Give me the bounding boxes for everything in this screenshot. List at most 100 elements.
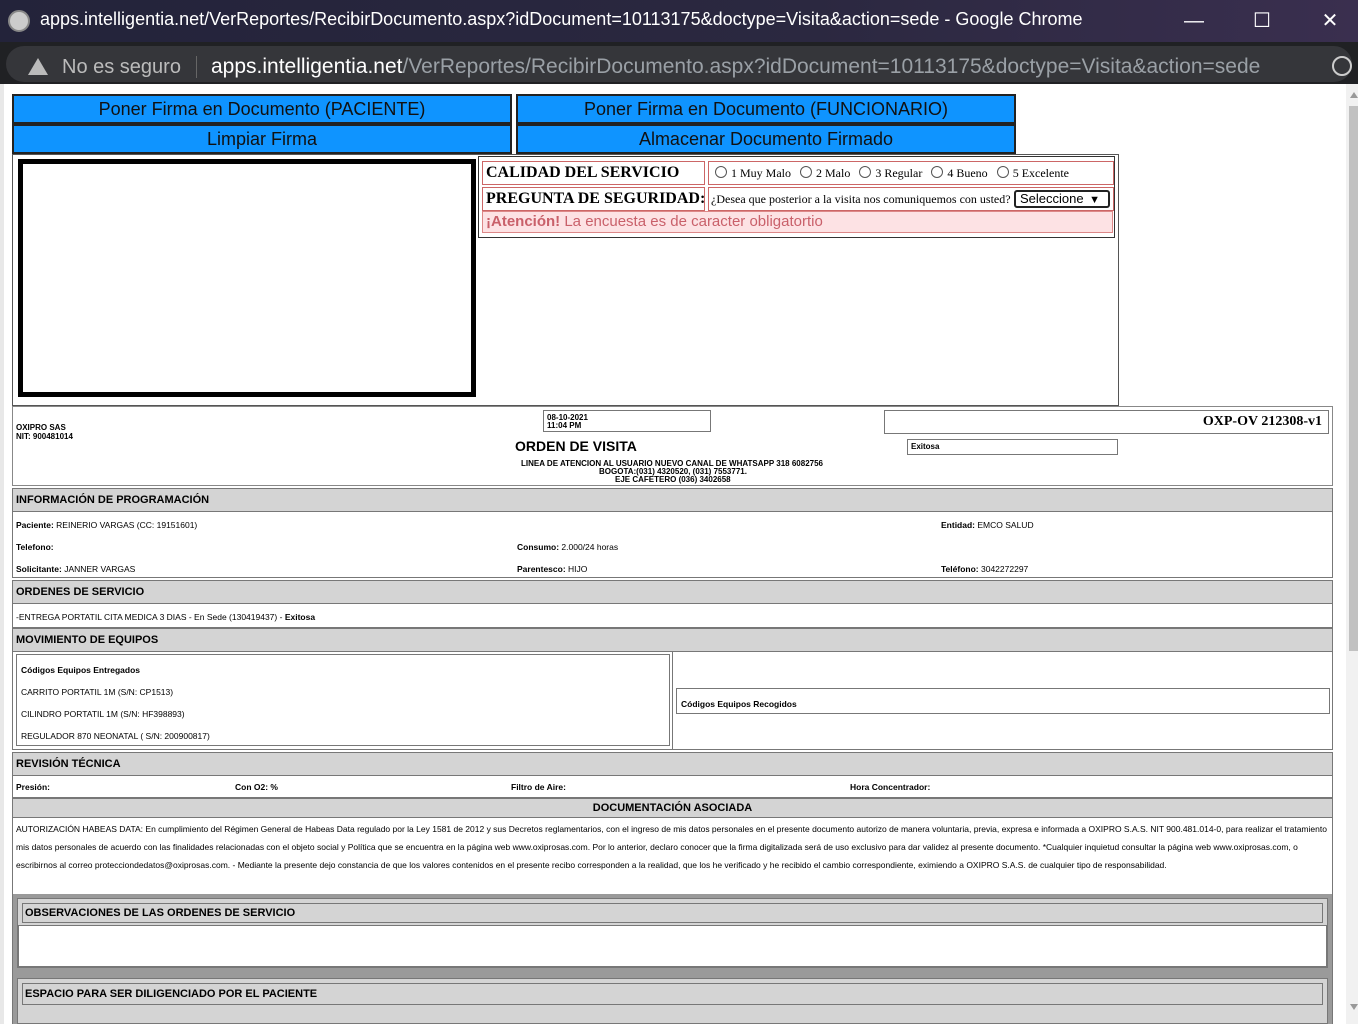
- warning-icon[interactable]: [28, 58, 48, 75]
- entregados-box: Códigos Equipos Entregados CARRITO PORTA…: [16, 654, 670, 746]
- orden-item: -ENTREGA PORTATIL CITA MEDICA 3 DIAS - E…: [16, 612, 278, 622]
- alert-strong: ¡Atención!: [486, 213, 561, 230]
- solicitante-value: JANNER VARGAS: [64, 564, 136, 574]
- almacenar-documento-button[interactable]: Almacenar Documento Firmado: [516, 124, 1016, 154]
- chevron-down-icon: ▼: [1089, 194, 1100, 206]
- address-bar: No es seguro apps.intelligentia.net/VerR…: [0, 42, 1358, 84]
- status-box: Exitosa: [907, 439, 1118, 455]
- doc-code: OXP-OV 212308-v1: [1202, 414, 1322, 429]
- option-label: 4 Bueno: [947, 166, 988, 180]
- pregunta-text: ¿Desea que posterior a la visita nos com…: [711, 192, 1011, 206]
- option-label: 5 Excelente: [1012, 166, 1069, 180]
- date-box: 08-10-2021 11:04 PM: [543, 410, 711, 432]
- telefono2-label: Teléfono:: [941, 564, 979, 574]
- ordenes-body: -ENTREGA PORTATIL CITA MEDICA 3 DIAS - E…: [12, 604, 1333, 628]
- page-viewport: Poner Firma en Documento (PACIENTE) Pone…: [4, 84, 1358, 1024]
- revision-body: Presión: Con O2: % Filtro de Aire: Hora …: [12, 776, 1333, 798]
- documentacion-header: DOCUMENTACIÓN ASOCIADA: [12, 798, 1333, 818]
- ordenes-header: ORDENES DE SERVICIO: [12, 580, 1333, 604]
- recogidos-label: Códigos Equipos Recogidos: [681, 699, 797, 709]
- entidad-label: Entidad:: [941, 520, 975, 530]
- doc-line3: EJE CAFETERO (036) 3402658: [615, 475, 731, 484]
- document-header: OXIPRO SAS NIT: 900481014 08-10-2021 11:…: [12, 406, 1333, 486]
- lower-panel: OBSERVACIONES DE LAS ORDENES DE SERVICIO…: [13, 894, 1332, 1024]
- calidad-label: CALIDAD DEL SERVICIO: [482, 161, 705, 185]
- entidad-value: EMCO SALUD: [977, 520, 1034, 530]
- orden-de-visita-document: OXIPRO SAS NIT: 900481014 08-10-2021 11:…: [12, 406, 1333, 1024]
- paciente-label: Paciente:: [16, 520, 54, 530]
- orden-status: Exitosa: [284, 612, 316, 622]
- pregunta-field: ¿Desea que posterior a la visita nos com…: [708, 187, 1114, 211]
- alert-text: La encuesta es de caracter obligatortio: [560, 213, 823, 230]
- paciente-value: REINERIO VARGAS (CC: 19151601): [56, 520, 198, 530]
- observaciones-textarea[interactable]: [18, 925, 1327, 967]
- survey-alert: ¡Atención! La encuesta es de caracter ob…: [482, 211, 1113, 233]
- filtro-label: Filtro de Aire:: [511, 782, 566, 792]
- calidad-options: 1 Muy Malo 2 Malo 3 Regular 4 Bueno 5 Ex…: [708, 161, 1114, 185]
- entregado-item: CARRITO PORTATIL 1M (S/N: CP1513): [21, 687, 174, 697]
- orden-dash: -: [279, 612, 283, 622]
- company-nit: NIT: 900481014: [16, 432, 73, 441]
- url-path: /VerReportes/RecibirDocumento.aspx?idDoc…: [402, 55, 1261, 78]
- maximize-icon[interactable]: ☐: [1242, 6, 1282, 36]
- firma-funcionario-button[interactable]: Poner Firma en Documento (FUNCIONARIO): [516, 94, 1016, 124]
- entregado-item: CILINDRO PORTATIL 1M (S/N: HF398893): [21, 709, 185, 719]
- minimize-icon[interactable]: —: [1174, 6, 1214, 36]
- consumo-label: Consumo:: [517, 542, 560, 552]
- doc-time: 11:04 PM: [547, 421, 582, 430]
- solicitante-label: Solicitante:: [16, 564, 62, 574]
- revision-header: REVISIÓN TÉCNICA: [12, 752, 1333, 776]
- omnibox-divider: [196, 56, 197, 78]
- parentesco-label: Parentesco:: [517, 564, 566, 574]
- option-label: 3 Regular: [875, 166, 923, 180]
- habeas-data-text: AUTORIZACIÓN HABEAS DATA: En cumplimient…: [16, 824, 1327, 870]
- equipos-header: MOVIMIENTO DE EQUIPOS: [12, 628, 1333, 652]
- consumo-value: 2.000/24 horas: [561, 542, 619, 552]
- documentacion-body: AUTORIZACIÓN HABEAS DATA: En cumplimient…: [12, 818, 1333, 1024]
- close-icon[interactable]: ✕: [1310, 6, 1350, 36]
- scroll-down-icon[interactable]: [1350, 1004, 1358, 1010]
- doc-status: Exitosa: [911, 442, 940, 451]
- pregunta-label: PREGUNTA DE SEGURIDAD:: [482, 187, 705, 211]
- hora-label: Hora Concentrador:: [850, 782, 931, 792]
- telefono-label: Telefono:: [16, 542, 54, 552]
- zoom-icon[interactable]: [1332, 56, 1352, 76]
- radio-excelente[interactable]: [996, 166, 1009, 178]
- vertical-scrollbar[interactable]: [1346, 84, 1358, 1024]
- observaciones-header: OBSERVACIONES DE LAS ORDENES DE SERVICIO: [22, 903, 1323, 923]
- scrollbar-thumb[interactable]: [1349, 106, 1358, 651]
- entregado-item: REGULADOR 870 NEONATAL ( S/N: 200900817): [21, 731, 210, 741]
- code-box: OXP-OV 212308-v1: [884, 410, 1329, 434]
- limpiar-firma-button[interactable]: Limpiar Firma: [12, 124, 512, 154]
- equipos-divider: [672, 652, 673, 750]
- signature-canvas[interactable]: [18, 159, 476, 397]
- window-titlebar: apps.intelligentia.net/VerReportes/Recib…: [0, 0, 1358, 42]
- omnibox[interactable]: No es seguro apps.intelligentia.net/VerR…: [6, 46, 1352, 82]
- seguridad-select[interactable]: Seleccione ▼: [1014, 190, 1110, 208]
- recogidos-box: Códigos Equipos Recogidos: [676, 688, 1330, 714]
- security-status[interactable]: No es seguro: [62, 56, 181, 79]
- programacion-body: Paciente: REINERIO VARGAS (CC: 19151601)…: [12, 512, 1333, 578]
- select-value: Seleccione: [1020, 191, 1084, 206]
- firma-paciente-button[interactable]: Poner Firma en Documento (PACIENTE): [12, 94, 512, 124]
- telefono2-value: 3042272297: [981, 564, 1029, 574]
- presion-label: Presión:: [16, 782, 51, 792]
- paciente-space-header: ESPACIO PARA SER DILIGENCIADO POR EL PAC…: [22, 983, 1323, 1005]
- survey-panel: CALIDAD DEL SERVICIO 1 Muy Malo 2 Malo 3…: [478, 156, 1115, 238]
- radio-muy-malo[interactable]: [715, 166, 727, 178]
- programacion-header: INFORMACIÓN DE PROGRAMACIÓN: [12, 488, 1333, 512]
- scroll-up-icon[interactable]: [1350, 92, 1358, 98]
- window-title: apps.intelligentia.net/VerReportes/Recib…: [40, 9, 1083, 29]
- option-label: 1 Muy Malo: [731, 166, 791, 180]
- radio-malo[interactable]: [800, 166, 812, 178]
- option-label: 2 Malo: [816, 166, 851, 180]
- parentesco-value: HIJO: [568, 564, 588, 574]
- doc-title: ORDEN DE VISITA: [515, 438, 637, 454]
- radio-regular[interactable]: [859, 166, 872, 178]
- url-text[interactable]: apps.intelligentia.net/VerReportes/Recib…: [211, 55, 1260, 79]
- observaciones-section: OBSERVACIONES DE LAS ORDENES DE SERVICIO: [17, 898, 1328, 968]
- radio-bueno[interactable]: [931, 166, 944, 178]
- equipos-body: Códigos Equipos Entregados CARRITO PORTA…: [12, 652, 1333, 750]
- con-o2-label: Con O2: %: [235, 782, 278, 792]
- paciente-section: ESPACIO PARA SER DILIGENCIADO POR EL PAC…: [17, 978, 1328, 1024]
